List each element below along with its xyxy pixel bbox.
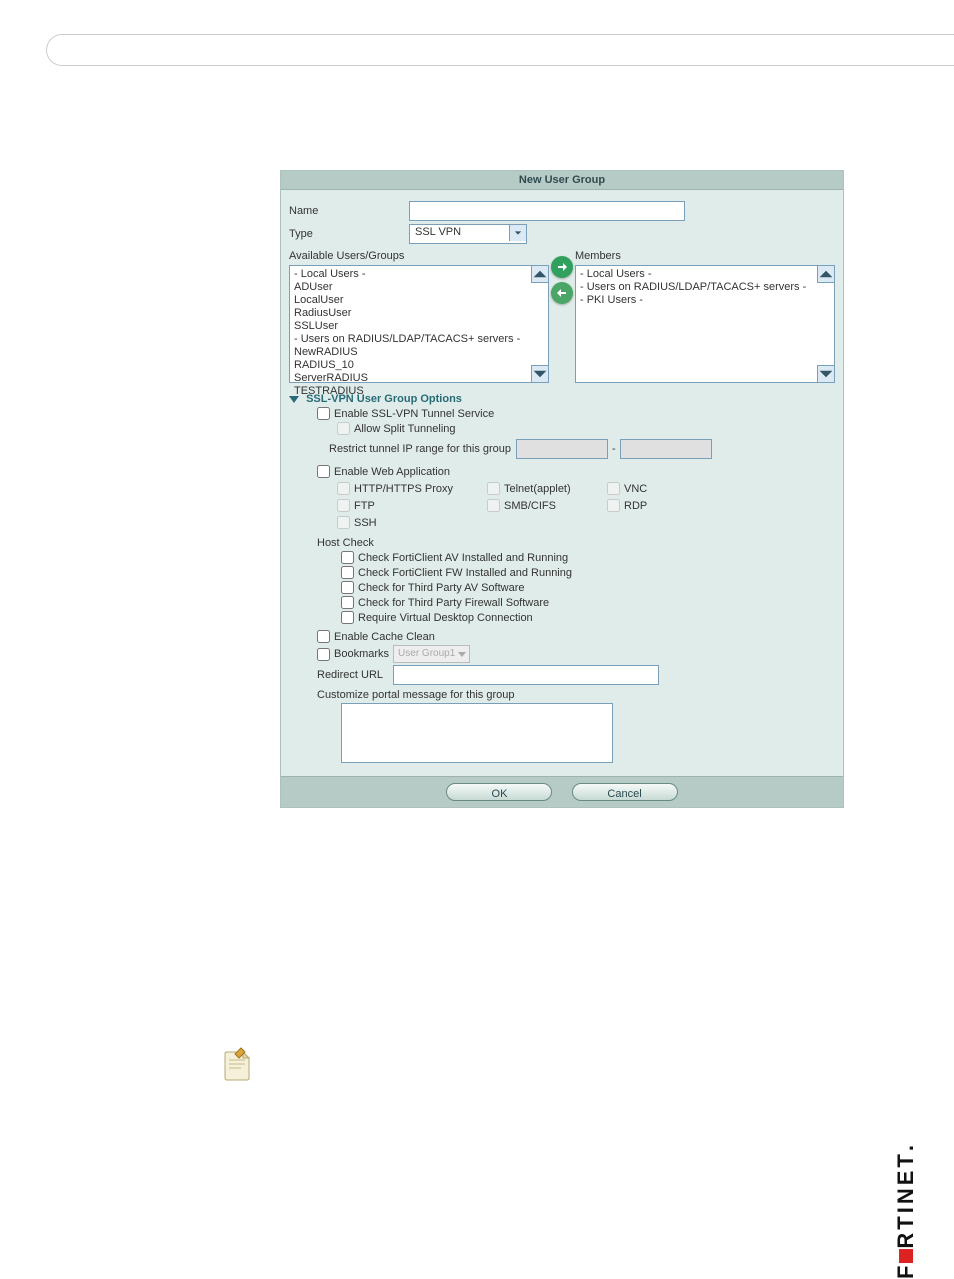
redirect-url-label: Redirect URL <box>317 669 393 681</box>
chevron-down-icon[interactable] <box>509 225 526 241</box>
type-label: Type <box>289 228 409 240</box>
bookmarks-checkbox[interactable] <box>317 648 330 661</box>
list-item[interactable]: RADIUS_10 <box>294 359 530 372</box>
new-user-group-panel: New User Group Name Type SSL VPN Availab… <box>280 170 844 808</box>
cache-clean-checkbox[interactable] <box>317 630 330 643</box>
allow-split-checkbox[interactable] <box>337 422 350 435</box>
enable-web-checkbox[interactable] <box>317 465 330 478</box>
name-input[interactable] <box>409 201 685 221</box>
list-item[interactable]: TESTRADIUS <box>294 385 530 398</box>
type-select[interactable]: SSL VPN <box>409 224 527 244</box>
enable-web-label: Enable Web Application <box>334 466 450 478</box>
hc-fw-checkbox[interactable] <box>341 566 354 579</box>
redirect-url-input[interactable] <box>393 665 659 685</box>
scroll-down-icon[interactable] <box>531 365 548 382</box>
ip-from-input[interactable] <box>516 439 608 459</box>
enable-tunnel-checkbox[interactable] <box>317 407 330 420</box>
hc-tp-fw-checkbox[interactable] <box>341 596 354 609</box>
hc-av-checkbox[interactable] <box>341 551 354 564</box>
smb-checkbox[interactable] <box>487 499 500 512</box>
portal-msg-textarea[interactable] <box>341 703 613 763</box>
ssh-checkbox[interactable] <box>337 516 350 529</box>
ftp-checkbox[interactable] <box>337 499 350 512</box>
list-item[interactable]: SSLUser <box>294 320 530 333</box>
bookmarks-select[interactable]: User Group1 <box>393 645 470 663</box>
restrict-ip-label: Restrict tunnel IP range for this group <box>329 443 511 455</box>
telnet-checkbox[interactable] <box>487 482 500 495</box>
http-checkbox[interactable] <box>337 482 350 495</box>
list-item[interactable]: LocalUser <box>294 294 530 307</box>
portal-msg-label: Customize portal message for this group <box>317 689 835 701</box>
available-label: Available Users/Groups <box>289 250 549 262</box>
list-item[interactable]: - PKI Users - <box>580 294 816 307</box>
list-item[interactable]: NewRADIUS <box>294 346 530 359</box>
list-item[interactable]: - Users on RADIUS/LDAP/TACACS+ servers - <box>294 333 530 346</box>
note-icon <box>219 1046 255 1082</box>
list-item[interactable]: - Local Users - <box>294 268 530 281</box>
page-top-bar <box>46 34 954 66</box>
scroll-up-icon[interactable] <box>817 266 834 283</box>
add-arrow-right-icon[interactable] <box>551 256 573 278</box>
bookmarks-label: Bookmarks <box>334 648 389 660</box>
list-item[interactable]: - Users on RADIUS/LDAP/TACACS+ servers - <box>580 281 816 294</box>
ip-to-input[interactable] <box>620 439 712 459</box>
name-label: Name <box>289 205 409 217</box>
available-listbox[interactable]: - Local Users -ADUserLocalUserRadiusUser… <box>289 265 549 383</box>
ip-range-dash: - <box>612 443 616 455</box>
members-listbox[interactable]: - Local Users -- Users on RADIUS/LDAP/TA… <box>575 265 835 383</box>
cancel-button[interactable]: Cancel <box>572 783 678 801</box>
scroll-up-icon[interactable] <box>531 266 548 283</box>
list-item[interactable]: RadiusUser <box>294 307 530 320</box>
hc-tp-av-checkbox[interactable] <box>341 581 354 594</box>
list-item[interactable]: ADUser <box>294 281 530 294</box>
remove-arrow-left-icon[interactable] <box>551 282 573 304</box>
scroll-down-icon[interactable] <box>817 365 834 382</box>
panel-title: New User Group <box>281 171 843 190</box>
members-label: Members <box>575 250 835 262</box>
allow-split-label: Allow Split Tunneling <box>354 423 456 435</box>
vnc-checkbox[interactable] <box>607 482 620 495</box>
list-item[interactable]: - Local Users - <box>580 268 816 281</box>
ok-button[interactable]: OK <box>446 783 552 801</box>
rdp-checkbox[interactable] <box>607 499 620 512</box>
hostcheck-label: Host Check <box>317 537 835 549</box>
hc-vd-checkbox[interactable] <box>341 611 354 624</box>
enable-tunnel-label: Enable SSL-VPN Tunnel Service <box>334 408 494 420</box>
list-item[interactable]: ServerRADIUS <box>294 372 530 385</box>
fortinet-logo: FRTINET. <box>893 1145 919 1279</box>
